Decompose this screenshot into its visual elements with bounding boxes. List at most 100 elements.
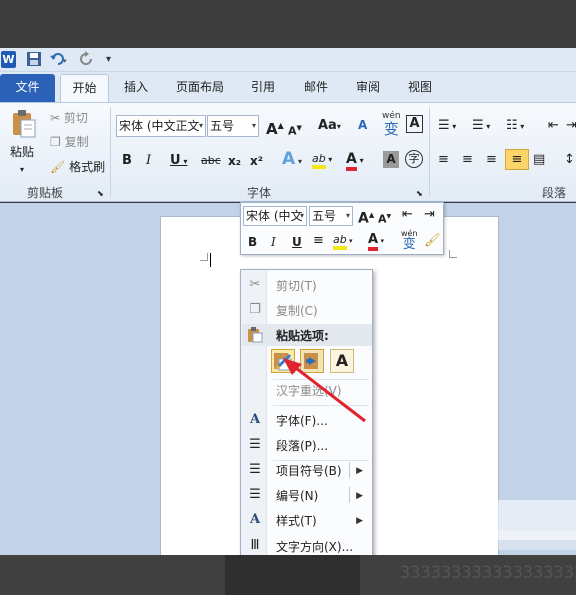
- superscript-button[interactable]: x²: [250, 152, 263, 170]
- grow-font-button[interactable]: A▲: [266, 117, 284, 138]
- margin-corner-mark: [449, 250, 457, 258]
- tab-file[interactable]: 文件: [0, 74, 55, 102]
- enclose-char-button[interactable]: 字: [405, 150, 423, 168]
- tab-view[interactable]: 视图: [402, 74, 438, 102]
- mini-grow-font-button[interactable]: A▲: [358, 206, 374, 228]
- tab-mailings[interactable]: 邮件: [298, 74, 334, 102]
- tab-insert[interactable]: 插入: [118, 74, 154, 102]
- mini-bold-button[interactable]: B: [248, 233, 257, 251]
- ribbon-home: 粘贴 ▾ ✂ 剪切 ❐ 复制 🖌 格式刷 剪贴板 ⬊ 宋体 (中文正文 ▾ 五号 ▾…: [0, 102, 576, 202]
- mini-italic-button[interactable]: I: [271, 233, 276, 251]
- mini-font-size-combo[interactable]: 五号 ▾: [309, 206, 353, 226]
- redo-icon[interactable]: [79, 51, 95, 68]
- justify-button[interactable]: ≡: [505, 149, 529, 170]
- tab-review[interactable]: 审阅: [350, 74, 386, 102]
- mini-center-button[interactable]: ≡: [313, 232, 324, 250]
- strikethrough-button[interactable]: abc: [201, 152, 221, 170]
- italic-button[interactable]: I: [146, 152, 151, 170]
- menu-item-cut[interactable]: ✂ 剪切(T): [241, 273, 372, 298]
- menu-item-styles[interactable]: A 样式(T) ▶: [241, 508, 372, 533]
- cut-button[interactable]: ✂ 剪切: [50, 109, 88, 127]
- paste-button[interactable]: 粘贴: [10, 143, 34, 161]
- highlight-button[interactable]: ab ▾: [312, 150, 332, 169]
- watermark-text: 3333333333333333333: [400, 563, 576, 583]
- indent-icon: ⇤: [548, 118, 559, 133]
- clipboard-group-label: 剪贴板: [27, 186, 64, 200]
- line-spacing-icon: ↕: [564, 152, 575, 167]
- subscript-button[interactable]: x₂: [228, 152, 241, 170]
- phonetic-guide-button[interactable]: wén 变: [382, 111, 401, 137]
- paste-dropdown-icon[interactable]: ▾: [20, 161, 24, 179]
- format-painter-button[interactable]: 🖌 格式刷: [50, 158, 105, 176]
- align-right-icon: ≡: [486, 152, 497, 167]
- paragraph-icon: ☰: [249, 437, 261, 452]
- font-color-button[interactable]: A ▾: [346, 150, 364, 171]
- mini-decrease-indent-button[interactable]: ⇤: [402, 206, 413, 224]
- menu-item-copy[interactable]: ❐ 复制(C): [241, 298, 372, 323]
- menu-item-numbering[interactable]: ☰ 编号(N) ▶: [241, 483, 372, 508]
- increase-indent-button[interactable]: ⇥: [566, 117, 576, 135]
- tab-page-layout[interactable]: 页面布局: [170, 74, 230, 102]
- undo-icon[interactable]: ▾: [49, 51, 69, 68]
- align-center-button[interactable]: ≡: [462, 151, 473, 169]
- distributed-button[interactable]: ▤: [533, 151, 545, 169]
- tab-home[interactable]: 开始: [60, 74, 109, 102]
- brush-icon: 🖌: [50, 160, 66, 174]
- clear-format-button[interactable]: A: [358, 116, 367, 134]
- menu-item-bullets[interactable]: ☰ 项目符号(B) ▶: [241, 458, 372, 483]
- mini-shrink-font-button[interactable]: A▼: [378, 208, 391, 229]
- phonetic-bottom: 变: [383, 120, 399, 138]
- underline-button[interactable]: U ▾: [170, 152, 187, 171]
- submenu-arrow-icon[interactable]: ▶: [356, 488, 363, 504]
- clipboard-icon: [247, 327, 263, 346]
- group-divider: [429, 107, 430, 197]
- blurred-region: [450, 530, 576, 550]
- ribbon-tabs: 文件 开始 插入 页面布局 引用 邮件 审阅 视图: [0, 72, 576, 102]
- shrink-font-button[interactable]: A▼: [288, 119, 302, 141]
- align-right-button[interactable]: ≡: [486, 151, 497, 169]
- customize-qat-icon[interactable]: ▾: [106, 51, 111, 68]
- clipboard-launcher-icon[interactable]: ⬊: [97, 185, 104, 203]
- menu-item-label: 编号(N): [276, 489, 319, 503]
- styles-icon: A: [249, 512, 261, 527]
- mini-phonetic-button[interactable]: wén 变: [401, 229, 418, 252]
- save-icon[interactable]: [26, 51, 42, 68]
- char-shading-button[interactable]: A: [383, 151, 399, 168]
- align-left-button[interactable]: ≡: [438, 151, 449, 169]
- menu-item-paragraph[interactable]: ☰ 段落(P)...: [241, 433, 372, 458]
- bold-button[interactable]: B: [122, 152, 132, 170]
- paste-icon[interactable]: [11, 109, 37, 139]
- bullets-icon: ☰: [438, 118, 450, 133]
- indent-icon: ⇥: [566, 118, 576, 133]
- font-launcher-icon[interactable]: ⬊: [416, 185, 423, 203]
- text-effect-button[interactable]: A ▾: [282, 150, 302, 171]
- word-logo-icon[interactable]: W: [1, 51, 16, 68]
- multilevel-list-button[interactable]: ☷ ▾: [506, 117, 524, 136]
- numbering-button[interactable]: ☰ ▾: [472, 117, 490, 136]
- submenu-arrow-icon[interactable]: ▶: [356, 463, 363, 479]
- mini-underline-button[interactable]: U: [292, 233, 302, 251]
- font-icon: A: [249, 412, 261, 427]
- copy-button[interactable]: ❐ 复制: [50, 133, 89, 151]
- decrease-indent-button[interactable]: ⇤: [548, 117, 559, 135]
- mini-font-color-button[interactable]: A ▾: [368, 231, 384, 251]
- svg-text:▾: ▾: [63, 57, 67, 65]
- bullets-button[interactable]: ☰ ▾: [438, 117, 456, 136]
- screen-top-bar: [0, 0, 576, 48]
- cut-label: 剪切: [63, 111, 88, 125]
- paste-options-label: 粘贴选项:: [276, 329, 329, 343]
- tab-references[interactable]: 引用: [245, 74, 281, 102]
- mini-phonetic-bottom: 变: [402, 237, 416, 252]
- font-name-combo[interactable]: 宋体 (中文正文 ▾: [116, 115, 206, 137]
- font-size-combo[interactable]: 五号 ▾: [207, 115, 259, 137]
- change-case-button[interactable]: Aa▾: [318, 117, 341, 136]
- mini-increase-indent-button[interactable]: ⇥: [424, 206, 435, 224]
- format-painter-label: 格式刷: [69, 160, 106, 174]
- mini-toolbar: 宋体 (中文 ▾ 五号 ▾ A▲ A▼ ⇤ ⇥ B I U ≡ ab ▾ A ▾ w…: [240, 202, 444, 255]
- group-divider: [110, 107, 111, 197]
- line-spacing-button[interactable]: ↕: [564, 151, 575, 169]
- mini-font-name-combo[interactable]: 宋体 (中文 ▾: [243, 206, 307, 226]
- mini-highlight-button[interactable]: ab ▾: [333, 231, 352, 250]
- mini-format-painter-button[interactable]: 🖌: [424, 232, 441, 250]
- char-border-button[interactable]: A: [406, 115, 423, 133]
